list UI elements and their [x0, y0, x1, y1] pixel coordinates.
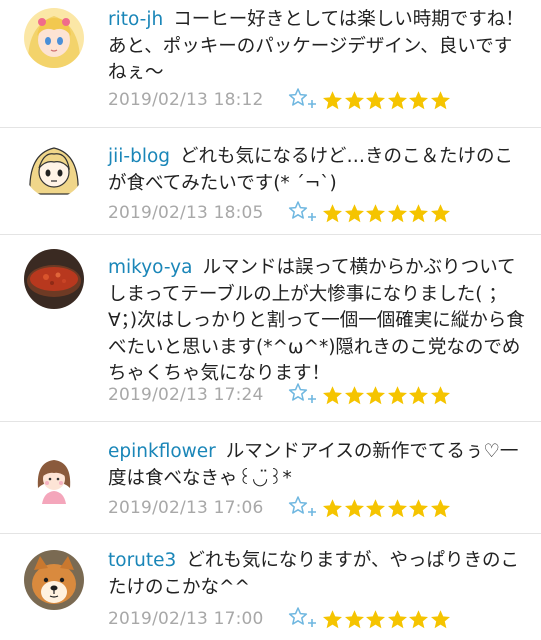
comment-list: rito-jh コーヒー好きとしては楽しい時期ですね！あと、ポッキーのパッケージデ…: [0, 0, 541, 640]
comment-meta: 2019/02/13 18:12: [108, 87, 451, 113]
avatar[interactable]: [24, 448, 84, 508]
comment-meta: 2019/02/13 17:06: [108, 495, 451, 521]
star-icon: [344, 498, 364, 517]
star-rating: [322, 90, 451, 111]
star-icon: [387, 609, 407, 628]
comment-text: epinkflower ルマンドアイスの新作でてるぅ♡一度は食べなきゃ꒰◡̈꒱*: [108, 439, 527, 492]
favorite-add-icon[interactable]: [288, 87, 318, 113]
star-icon: [323, 385, 342, 404]
favorite-add-icon[interactable]: [288, 382, 318, 408]
star-icon: [430, 609, 450, 628]
star-icon: [323, 498, 342, 517]
star-icon: [323, 609, 342, 628]
comment-text: mikyo-ya ルマンドは誤って横からかぶりついてしまってテーブルの上が大惨事に…: [108, 255, 527, 388]
star-icon: [409, 609, 428, 628]
star-icon: [430, 90, 450, 109]
comment-body: コーヒー好きとしては楽しい時期ですね！あと、ポッキーのパッケージデザイン、良いで…: [108, 9, 524, 83]
star-icon: [409, 385, 428, 404]
comment-meta: 2019/02/13 18:05: [108, 200, 451, 226]
comment-date: 2019/02/13 18:05: [108, 203, 264, 223]
comment-item: mikyo-ya ルマンドは誤って横からかぶりついてしまってテーブルの上が大惨事に…: [0, 235, 541, 422]
comment-item: jii-blog どれも気になるけど…きのこ＆たけのこが食べてみたいです(* ´¬…: [0, 128, 541, 235]
favorite-add-icon[interactable]: [288, 200, 318, 226]
comment-username[interactable]: mikyo-ya: [108, 257, 192, 278]
comment-username[interactable]: rito-jh: [108, 9, 163, 30]
comment-date: 2019/02/13 17:00: [108, 609, 264, 629]
star-icon: [366, 385, 385, 404]
comment-username[interactable]: torute3: [108, 550, 176, 571]
comment-meta: 2019/02/13 17:24: [108, 382, 451, 408]
comment-date: 2019/02/13 17:24: [108, 385, 264, 405]
star-icon: [366, 498, 385, 517]
comment-username[interactable]: jii-blog: [108, 146, 170, 167]
comment-date: 2019/02/13 17:06: [108, 498, 264, 518]
star-icon: [344, 385, 364, 404]
comment-date: 2019/02/13 18:12: [108, 90, 264, 110]
star-icon: [387, 498, 407, 517]
star-icon: [409, 90, 428, 109]
star-icon: [430, 498, 450, 517]
favorite-add-icon[interactable]: [288, 495, 318, 521]
comment-item: rito-jh コーヒー好きとしては楽しい時期ですね！あと、ポッキーのパッケージデ…: [0, 0, 541, 128]
star-icon: [344, 203, 364, 222]
avatar[interactable]: [24, 138, 84, 198]
avatar[interactable]: [24, 8, 84, 68]
comment-item: torute3 どれも気になりますが、やっぱりきのこたけのこかな^^ 2019/0…: [0, 534, 541, 640]
star-icon: [409, 498, 428, 517]
star-icon: [366, 90, 385, 109]
comment-username[interactable]: epinkflower: [108, 441, 216, 462]
star-icon: [344, 90, 364, 109]
favorite-add-icon[interactable]: [288, 606, 318, 632]
comment-text: rito-jh コーヒー好きとしては楽しい時期ですね！あと、ポッキーのパッケージデ…: [108, 7, 527, 87]
star-icon: [387, 385, 407, 404]
star-icon: [323, 90, 342, 109]
star-icon: [366, 609, 385, 628]
star-icon: [387, 90, 407, 109]
star-icon: [387, 203, 407, 222]
star-icon: [409, 203, 428, 222]
star-rating: [322, 498, 451, 519]
avatar[interactable]: [24, 249, 84, 309]
star-icon: [344, 609, 364, 628]
star-rating: [322, 609, 451, 630]
avatar[interactable]: [24, 550, 84, 610]
comment-item: epinkflower ルマンドアイスの新作でてるぅ♡一度は食べなきゃ꒰◡̈꒱* …: [0, 422, 541, 534]
star-icon: [366, 203, 385, 222]
comment-text: jii-blog どれも気になるけど…きのこ＆たけのこが食べてみたいです(* ´¬…: [108, 144, 527, 197]
star-icon: [430, 385, 450, 404]
star-rating: [322, 385, 451, 406]
star-icon: [323, 203, 342, 222]
comment-meta: 2019/02/13 17:00: [108, 606, 451, 632]
star-icon: [430, 203, 450, 222]
star-rating: [322, 203, 451, 224]
comment-text: torute3 どれも気になりますが、やっぱりきのこたけのこかな^^: [108, 548, 527, 601]
